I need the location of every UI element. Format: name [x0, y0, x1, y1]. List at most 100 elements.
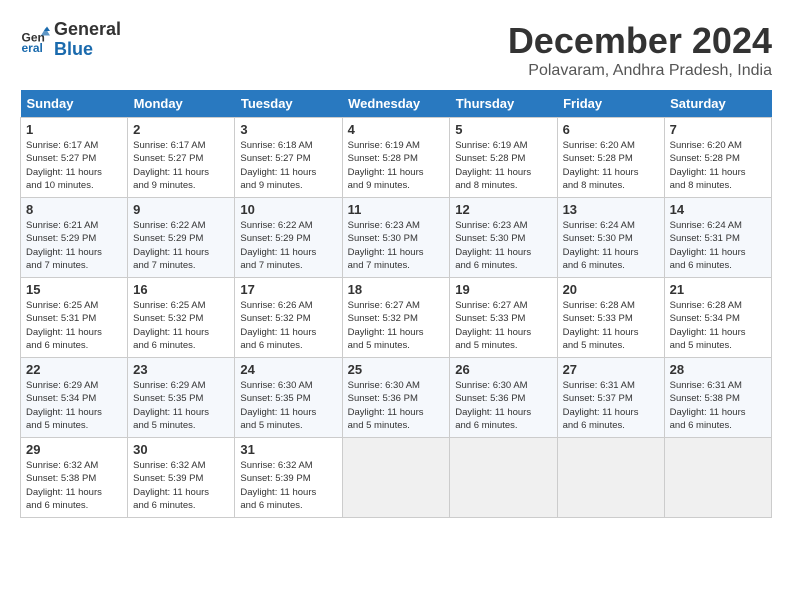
- day-info: Sunrise: 6:24 AM Sunset: 5:31 PM Dayligh…: [670, 219, 766, 272]
- day-info: Sunrise: 6:30 AM Sunset: 5:36 PM Dayligh…: [455, 379, 551, 432]
- day-info: Sunrise: 6:31 AM Sunset: 5:37 PM Dayligh…: [563, 379, 659, 432]
- calendar-cell: 7 Sunrise: 6:20 AM Sunset: 5:28 PM Daylig…: [664, 118, 771, 198]
- day-number: 4: [348, 122, 445, 137]
- calendar-cell: 12 Sunrise: 6:23 AM Sunset: 5:30 PM Dayli…: [450, 198, 557, 278]
- calendar-cell: 16Sunrise: 6:25 AM Sunset: 5:32 PM Dayli…: [128, 278, 235, 358]
- day-number: 7: [670, 122, 766, 137]
- day-info: Sunrise: 6:31 AM Sunset: 5:38 PM Dayligh…: [670, 379, 766, 432]
- logo: Gen eral GeneralBlue: [20, 20, 121, 60]
- day-info: Sunrise: 6:22 AM Sunset: 5:29 PM Dayligh…: [240, 219, 336, 272]
- calendar-cell: 25 Sunrise: 6:30 AM Sunset: 5:36 PM Dayli…: [342, 358, 450, 438]
- day-number: 26: [455, 362, 551, 377]
- day-info: Sunrise: 6:32 AM Sunset: 5:38 PM Dayligh…: [26, 459, 122, 512]
- calendar-cell: 4Sunrise: 6:19 AM Sunset: 5:28 PM Daylig…: [342, 118, 450, 198]
- calendar-cell: 2 Sunrise: 6:17 AM Sunset: 5:27 PM Daylig…: [128, 118, 235, 198]
- calendar-week-5: 29 Sunrise: 6:32 AM Sunset: 5:38 PM Dayli…: [21, 438, 772, 518]
- day-info: Sunrise: 6:30 AM Sunset: 5:36 PM Dayligh…: [348, 379, 445, 432]
- day-number: 2: [133, 122, 229, 137]
- weekday-header-wednesday: Wednesday: [342, 90, 450, 118]
- calendar-week-3: 15 Sunrise: 6:25 AM Sunset: 5:31 PM Dayli…: [21, 278, 772, 358]
- weekday-header-friday: Friday: [557, 90, 664, 118]
- day-info: Sunrise: 6:28 AM Sunset: 5:33 PM Dayligh…: [563, 299, 659, 352]
- day-info: Sunrise: 6:20 AM Sunset: 5:28 PM Dayligh…: [563, 139, 659, 192]
- day-info: Sunrise: 6:29 AM Sunset: 5:35 PM Dayligh…: [133, 379, 229, 432]
- day-number: 18: [348, 282, 445, 297]
- calendar-cell: 29 Sunrise: 6:32 AM Sunset: 5:38 PM Dayli…: [21, 438, 128, 518]
- calendar-cell: 17 Sunrise: 6:26 AM Sunset: 5:32 PM Dayli…: [235, 278, 342, 358]
- day-number: 6: [563, 122, 659, 137]
- day-number: 24: [240, 362, 336, 377]
- day-info: Sunrise: 6:29 AM Sunset: 5:34 PM Dayligh…: [26, 379, 122, 432]
- day-info: Sunrise: 6:17 AM Sunset: 5:27 PM Dayligh…: [133, 139, 229, 192]
- day-number: 27: [563, 362, 659, 377]
- calendar-cell: 18Sunrise: 6:27 AM Sunset: 5:32 PM Dayli…: [342, 278, 450, 358]
- day-number: 31: [240, 442, 336, 457]
- day-info: Sunrise: 6:27 AM Sunset: 5:33 PM Dayligh…: [455, 299, 551, 352]
- calendar-cell: 30 Sunrise: 6:32 AM Sunset: 5:39 PM Dayli…: [128, 438, 235, 518]
- day-number: 15: [26, 282, 122, 297]
- calendar-cell: 15 Sunrise: 6:25 AM Sunset: 5:31 PM Dayli…: [21, 278, 128, 358]
- day-info: Sunrise: 6:18 AM Sunset: 5:27 PM Dayligh…: [240, 139, 336, 192]
- day-info: Sunrise: 6:24 AM Sunset: 5:30 PM Dayligh…: [563, 219, 659, 272]
- day-number: 10: [240, 202, 336, 217]
- calendar-cell: 20 Sunrise: 6:28 AM Sunset: 5:33 PM Dayli…: [557, 278, 664, 358]
- day-number: 11: [348, 202, 445, 217]
- day-number: 12: [455, 202, 551, 217]
- page-header: Gen eral GeneralBlue December 2024 Polav…: [20, 20, 772, 80]
- calendar-cell: 13 Sunrise: 6:24 AM Sunset: 5:30 PM Dayli…: [557, 198, 664, 278]
- calendar-cell: 22Sunrise: 6:29 AM Sunset: 5:34 PM Dayli…: [21, 358, 128, 438]
- day-info: Sunrise: 6:26 AM Sunset: 5:32 PM Dayligh…: [240, 299, 336, 352]
- calendar-cell: 9 Sunrise: 6:22 AM Sunset: 5:29 PM Daylig…: [128, 198, 235, 278]
- day-number: 16: [133, 282, 229, 297]
- day-number: 20: [563, 282, 659, 297]
- day-number: 28: [670, 362, 766, 377]
- calendar-cell: 8 Sunrise: 6:21 AM Sunset: 5:29 PM Daylig…: [21, 198, 128, 278]
- calendar-cell: 24 Sunrise: 6:30 AM Sunset: 5:35 PM Dayli…: [235, 358, 342, 438]
- day-number: 19: [455, 282, 551, 297]
- day-info: Sunrise: 6:32 AM Sunset: 5:39 PM Dayligh…: [133, 459, 229, 512]
- day-info: Sunrise: 6:22 AM Sunset: 5:29 PM Dayligh…: [133, 219, 229, 272]
- day-number: 17: [240, 282, 336, 297]
- calendar-week-1: 1 Sunrise: 6:17 AM Sunset: 5:27 PM Daylig…: [21, 118, 772, 198]
- weekday-header-monday: Monday: [128, 90, 235, 118]
- day-number: 1: [26, 122, 122, 137]
- calendar-cell: 10 Sunrise: 6:22 AM Sunset: 5:29 PM Dayli…: [235, 198, 342, 278]
- day-number: 25: [348, 362, 445, 377]
- weekday-header-tuesday: Tuesday: [235, 90, 342, 118]
- calendar-cell: [450, 438, 557, 518]
- day-number: 9: [133, 202, 229, 217]
- logo-icon: Gen eral: [20, 25, 50, 55]
- calendar-cell: 28 Sunrise: 6:31 AM Sunset: 5:38 PM Dayli…: [664, 358, 771, 438]
- day-info: Sunrise: 6:30 AM Sunset: 5:35 PM Dayligh…: [240, 379, 336, 432]
- day-info: Sunrise: 6:19 AM Sunset: 5:28 PM Dayligh…: [455, 139, 551, 192]
- weekday-header-sunday: Sunday: [21, 90, 128, 118]
- weekday-header-thursday: Thursday: [450, 90, 557, 118]
- day-info: Sunrise: 6:32 AM Sunset: 5:39 PM Dayligh…: [240, 459, 336, 512]
- day-number: 8: [26, 202, 122, 217]
- day-number: 29: [26, 442, 122, 457]
- day-info: Sunrise: 6:23 AM Sunset: 5:30 PM Dayligh…: [455, 219, 551, 272]
- calendar-cell: 5Sunrise: 6:19 AM Sunset: 5:28 PM Daylig…: [450, 118, 557, 198]
- day-number: 30: [133, 442, 229, 457]
- day-info: Sunrise: 6:17 AM Sunset: 5:27 PM Dayligh…: [26, 139, 122, 192]
- calendar-cell: 11Sunrise: 6:23 AM Sunset: 5:30 PM Dayli…: [342, 198, 450, 278]
- location: Polavaram, Andhra Pradesh, India: [508, 62, 772, 80]
- weekday-header-row: SundayMondayTuesdayWednesdayThursdayFrid…: [21, 90, 772, 118]
- calendar-cell: 23 Sunrise: 6:29 AM Sunset: 5:35 PM Dayli…: [128, 358, 235, 438]
- day-info: Sunrise: 6:28 AM Sunset: 5:34 PM Dayligh…: [670, 299, 766, 352]
- weekday-header-saturday: Saturday: [664, 90, 771, 118]
- calendar-cell: 14 Sunrise: 6:24 AM Sunset: 5:31 PM Dayli…: [664, 198, 771, 278]
- calendar-cell: 31 Sunrise: 6:32 AM Sunset: 5:39 PM Dayli…: [235, 438, 342, 518]
- day-number: 13: [563, 202, 659, 217]
- day-info: Sunrise: 6:20 AM Sunset: 5:28 PM Dayligh…: [670, 139, 766, 192]
- month-title: December 2024: [508, 20, 772, 62]
- day-number: 14: [670, 202, 766, 217]
- day-number: 23: [133, 362, 229, 377]
- calendar-cell: [664, 438, 771, 518]
- logo-text: GeneralBlue: [54, 20, 121, 60]
- title-area: December 2024 Polavaram, Andhra Pradesh,…: [508, 20, 772, 80]
- day-info: Sunrise: 6:25 AM Sunset: 5:31 PM Dayligh…: [26, 299, 122, 352]
- day-info: Sunrise: 6:21 AM Sunset: 5:29 PM Dayligh…: [26, 219, 122, 272]
- calendar-cell: [557, 438, 664, 518]
- calendar-cell: 19 Sunrise: 6:27 AM Sunset: 5:33 PM Dayli…: [450, 278, 557, 358]
